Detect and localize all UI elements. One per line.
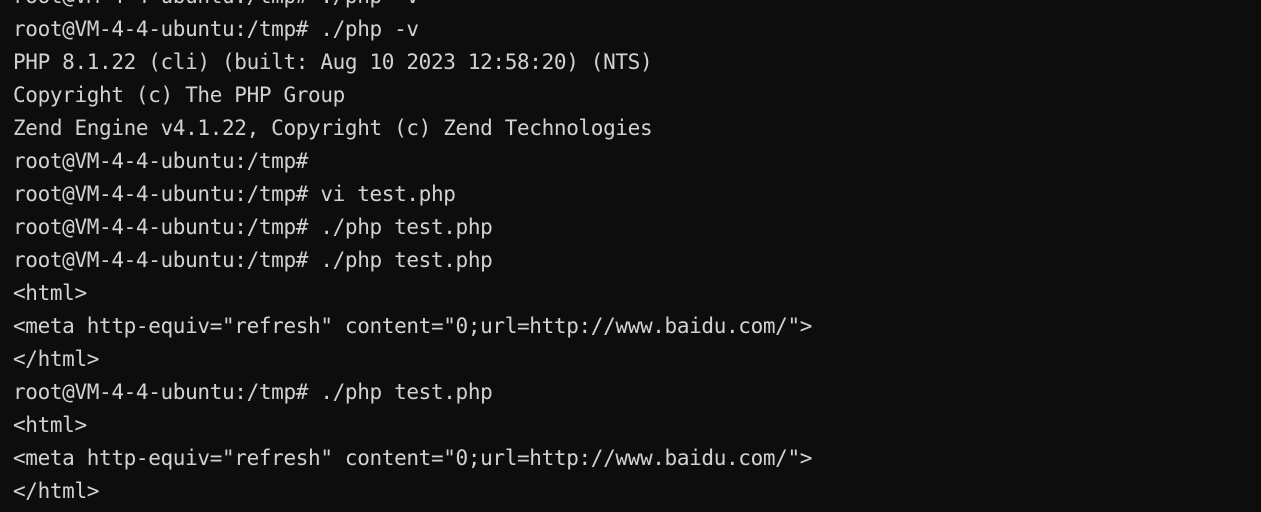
- terminal-line-command-run-test-3: root@VM-4-4-ubuntu:/tmp# ./php test.php: [13, 380, 493, 404]
- terminal-line-meta-refresh-1: <meta http-equiv="refresh" content="0;ur…: [13, 314, 813, 338]
- terminal-line-empty-prompt: root@VM-4-4-ubuntu:/tmp#: [13, 149, 309, 173]
- terminal-line-html-close-2: </html>: [13, 479, 100, 503]
- terminal-line-html-close-1: </html>: [13, 347, 100, 371]
- terminal-screen[interactable]: root@VM-4-4-ubuntu:/tmp# ./php -v root@V…: [0, 0, 1261, 512]
- terminal-line-command-php-version: root@VM-4-4-ubuntu:/tmp# ./php -v: [13, 17, 419, 41]
- terminal-line-html-open-2: <html>: [13, 413, 87, 437]
- terminal-line-clipped-top: root@VM-4-4-ubuntu:/tmp# ./php -v: [13, 0, 1261, 13]
- terminal-line-php-version-banner: PHP 8.1.22 (cli) (built: Aug 10 2023 12:…: [13, 50, 653, 74]
- terminal-line-active-prompt[interactable]: root@VM-4-4-ubuntu:/tmp#: [13, 508, 1261, 512]
- terminal-line-meta-refresh-2: <meta http-equiv="refresh" content="0;ur…: [13, 446, 813, 470]
- terminal-line-zend-engine: Zend Engine v4.1.22, Copyright (c) Zend …: [13, 116, 653, 140]
- terminal-line-command-run-test-1: root@VM-4-4-ubuntu:/tmp# ./php test.php: [13, 215, 493, 239]
- terminal-line-html-open-1: <html>: [13, 281, 87, 305]
- terminal-line-command-run-test-2: root@VM-4-4-ubuntu:/tmp# ./php test.php: [13, 248, 493, 272]
- terminal-line-php-copyright: Copyright (c) The PHP Group: [13, 83, 345, 107]
- terminal-output-buffer: root@VM-4-4-ubuntu:/tmp# ./php -v root@V…: [13, 0, 1261, 512]
- terminal-line-command-vi-test: root@VM-4-4-ubuntu:/tmp# vi test.php: [13, 182, 456, 206]
